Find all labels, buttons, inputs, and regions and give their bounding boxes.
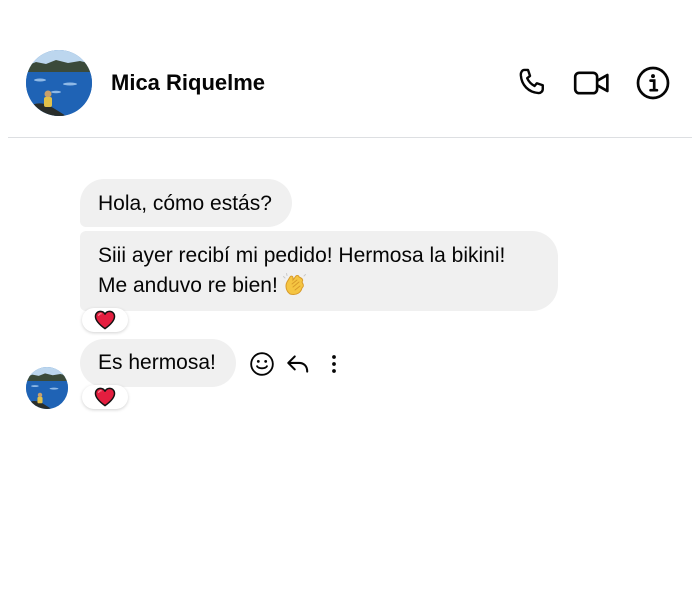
message-text: Siii ayer recibí mi pedido! Hermosa la b… [98, 244, 506, 267]
message-bubble[interactable]: Siii ayer recibí mi pedido! Hermosa la b… [80, 231, 558, 311]
phone-icon [519, 68, 544, 95]
more-options-button[interactable] [320, 350, 348, 378]
message-text: Me anduvo re bien! [98, 274, 278, 297]
chat-window: Mica Riquelme Hola, cómo estás? Siii aye… [0, 0, 700, 600]
heart-icon [94, 310, 116, 330]
reaction-badge[interactable] [82, 385, 128, 409]
reply-icon [287, 355, 309, 373]
reply-button[interactable] [284, 350, 312, 378]
message-bubble[interactable]: Es hermosa! [80, 339, 236, 387]
reaction-badge[interactable] [82, 308, 128, 332]
clapping-hands-icon [282, 272, 308, 307]
video-call-icon [573, 71, 609, 95]
more-options-icon [332, 355, 336, 373]
profile-photo-icon [26, 367, 68, 409]
smiley-react-icon [250, 352, 274, 376]
sender-avatar[interactable] [26, 367, 68, 409]
contact-avatar[interactable] [26, 50, 92, 116]
message-bubble[interactable]: Hola, cómo estás? [80, 179, 292, 227]
video-call-button[interactable] [573, 64, 611, 102]
info-icon [636, 66, 670, 100]
heart-icon [94, 387, 116, 407]
profile-photo-icon [26, 50, 92, 116]
message-text: Es hermosa! [98, 351, 216, 374]
call-button[interactable] [513, 64, 551, 102]
contact-name[interactable]: Mica Riquelme [111, 70, 265, 96]
header-divider [8, 137, 692, 138]
message-text: Hola, cómo estás? [98, 192, 272, 215]
info-button[interactable] [634, 64, 672, 102]
react-button[interactable] [248, 350, 276, 378]
chat-header: Mica Riquelme [0, 0, 700, 138]
